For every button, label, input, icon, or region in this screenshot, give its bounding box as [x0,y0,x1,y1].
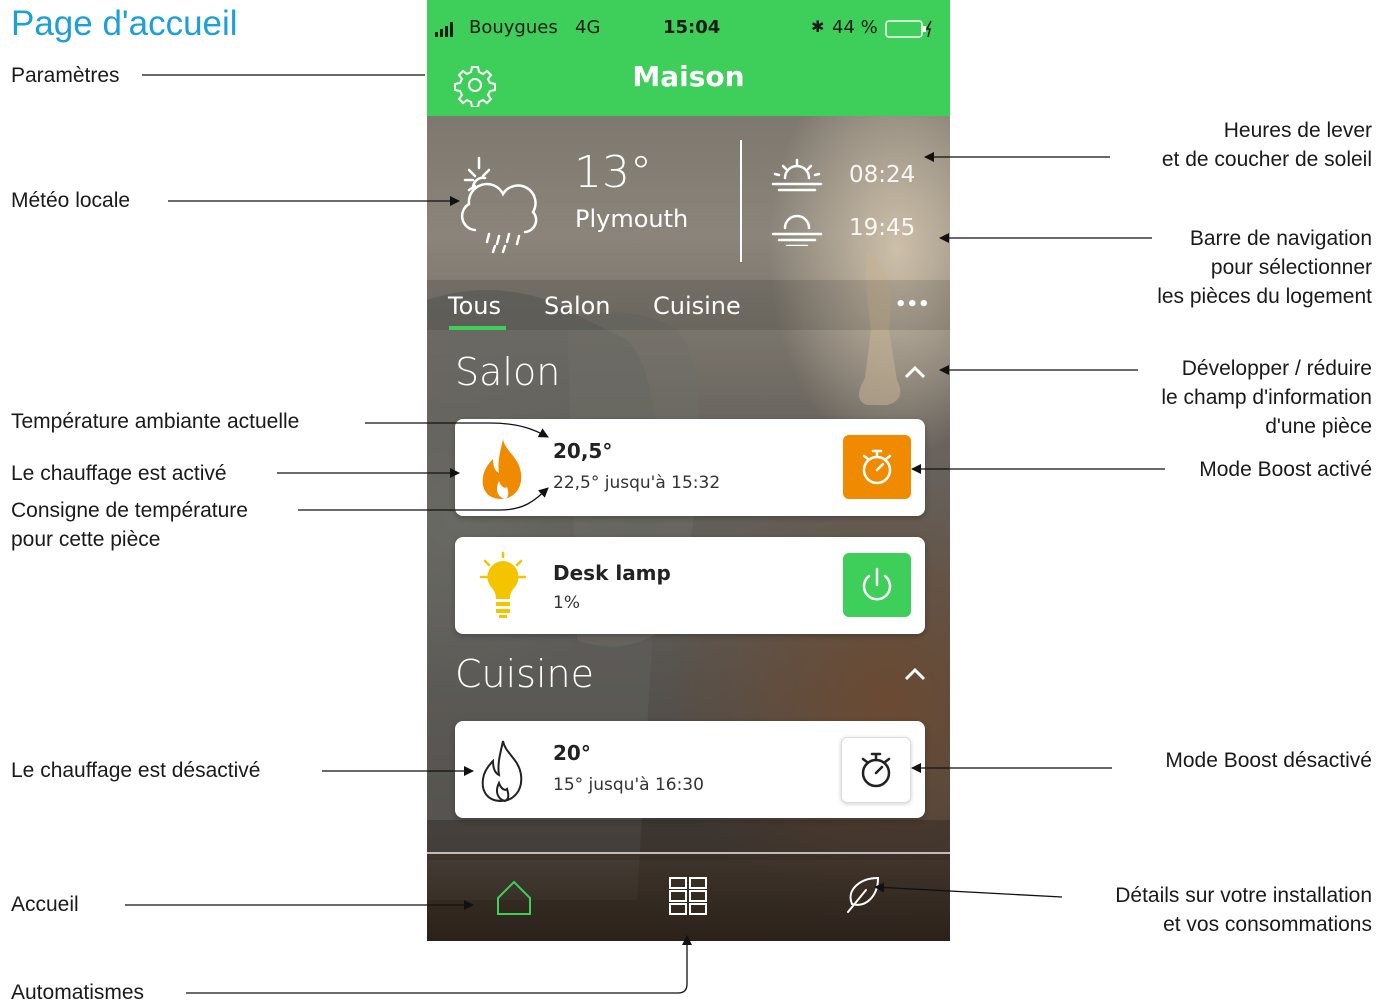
annotation-leader-lines [125,74,1165,994]
